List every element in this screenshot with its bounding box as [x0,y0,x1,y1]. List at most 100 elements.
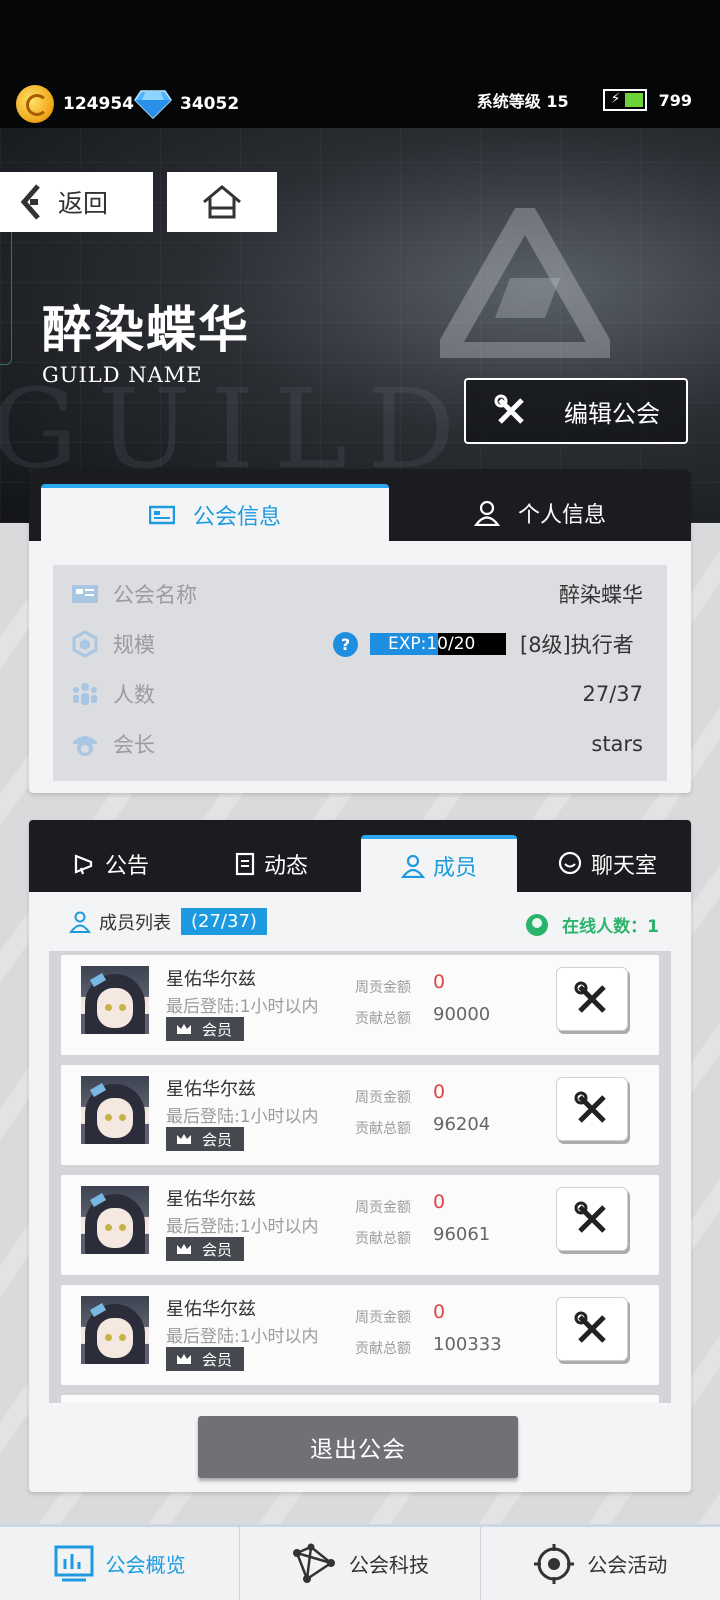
member-row[interactable]: 星佑华尔兹 最后登陆:1小时以内 会员 周贡金额 0 贡献总额 96204 [61,1065,659,1165]
tab-guild-info[interactable]: 公会信息 [41,484,389,541]
weekly-value: 0 [433,1301,446,1323]
tab-personal-info[interactable]: 个人信息 [389,484,691,541]
guild-name-title: 醉染蝶华 [42,301,250,359]
tab-members[interactable]: 成员 [361,835,517,892]
weekly-value: 0 [433,971,446,993]
member-role: 会员 [202,1350,233,1369]
members-card: 公告 动态 成员 聊天室 成员列表 (27/37) 在线人数：1 星佑华尔兹 最… [29,820,691,1492]
member-row[interactable]: 星佑华尔兹 最后登陆:1小时以内 会员 周贡金额 0 贡献总额 100333 [61,1285,659,1385]
guild-level: [8级]执行者 [520,633,634,657]
guild-name-value: 醉染蝶华 [559,583,643,607]
manage-member-button[interactable] [556,1187,628,1251]
nav-guild-events[interactable]: 公会活动 [481,1527,720,1600]
info-row-leader: 会长 stars [53,719,667,769]
system-info: 系统等级 15 ⚡ 799 [477,88,692,112]
tab-announcement-label: 公告 [104,853,149,879]
member-count-value: 27/37 [582,682,643,706]
nav-guild-overview[interactable]: 公会概览 [0,1527,241,1600]
back-chevron-icon [20,184,40,220]
edit-guild-button[interactable]: 编辑公会 [464,378,688,444]
total-label: 贡献总额 [355,1341,411,1357]
manage-member-button[interactable] [556,1297,628,1361]
hexagon-icon [72,630,98,658]
guild-logo-icon [440,208,610,358]
member-role: 会员 [202,1240,233,1259]
network-icon [292,1543,335,1583]
system-level: 系统等级 15 [476,92,569,111]
gold-display[interactable]: 124954 [16,84,134,124]
edit-guild-label: 编辑公会 [564,399,660,428]
weekly-label: 周贡金额 [355,1310,411,1326]
online-count: 在线人数：1 [526,912,659,937]
tab-chatroom-label: 聊天室 [590,853,657,879]
section-tabs: 公告 动态 成员 聊天室 [29,820,691,892]
target-icon [534,1543,575,1584]
weekly-value: 0 [433,1191,446,1213]
status-bar: 124954 34052 系统等级 15 ⚡ 799 [0,0,720,128]
tools-icon [494,394,524,424]
member-role-badge: 会员 [166,1017,244,1041]
member-role: 会员 [202,1020,233,1039]
manage-member-button[interactable] [556,1077,628,1141]
avatar [81,1076,149,1144]
tools-icon [574,1311,606,1343]
member-list-header: 成员列表 (27/37) [69,908,267,935]
weekly-value: 0 [433,1081,446,1103]
chat-icon [558,851,582,874]
home-icon [203,185,241,219]
nav-guild-tech-label: 公会科技 [348,1553,429,1577]
member-role-badge: 会员 [166,1347,244,1371]
member-role-badge: 会员 [166,1237,244,1261]
member-count-badge: (27/37) [181,908,267,935]
tab-chatroom[interactable]: 聊天室 [529,835,685,892]
tools-icon [574,981,606,1013]
tab-activity[interactable]: 动态 [193,835,349,892]
total-label: 贡献总额 [355,1011,411,1027]
leader-label: 会长 [113,733,155,757]
member-role: 会员 [202,1130,233,1149]
member-last-login: 最后登陆:1小时以内 [166,1327,319,1347]
home-button[interactable] [167,172,277,232]
tab-announcement[interactable]: 公告 [33,835,189,892]
diamond-display[interactable]: 34052 [134,84,239,124]
nav-guild-tech[interactable]: 公会科技 [240,1527,481,1600]
total-value: 100333 [433,1334,502,1355]
member-icon [400,854,425,878]
quit-guild-button[interactable]: 退出公会 [198,1416,518,1478]
bottom-navigation: 公会概览 公会科技 公会活动 [0,1524,720,1600]
manage-member-button[interactable] [556,967,628,1031]
avatar [81,966,149,1034]
id-card-icon [148,505,175,524]
tools-icon [574,1091,606,1123]
tab-guild-info-label: 公会信息 [192,504,281,530]
online-icon [526,913,549,936]
info-row-scale: 规模 ? EXP:10/20 [8级]执行者 [53,619,667,669]
weekly-label: 周贡金额 [355,1200,411,1216]
megaphone-icon [74,853,93,874]
nav-guild-overview-label: 公会概览 [105,1553,186,1577]
crown-icon [177,1244,191,1254]
total-value: 90000 [433,1004,491,1025]
member-row[interactable]: 星佑华尔兹 最后登陆:1小时以内 会员 周贡金额 0 贡献总额 96061 [61,1175,659,1275]
member-row[interactable]: 星佑华尔兹 最后登陆:1小时以内 会员 周贡金额 0 贡献总额 90000 [61,955,659,1055]
member-list-title: 成员列表 [99,912,171,934]
tab-personal-info-label: 个人信息 [517,502,606,528]
exp-text: EXP:10/20 [388,634,476,654]
member-role-badge: 会员 [166,1127,244,1151]
online-count-text: 在线人数：1 [562,917,659,937]
weekly-label: 周贡金额 [355,1090,411,1106]
help-icon[interactable]: ? [333,631,358,657]
member-row[interactable] [61,1395,659,1403]
member-list[interactable]: 星佑华尔兹 最后登陆:1小时以内 会员 周贡金额 0 贡献总额 90000 星佑… [49,951,671,1403]
member-last-login: 最后登陆:1小时以内 [166,997,319,1017]
battery-icon: ⚡ [602,89,647,111]
total-label: 贡献总额 [355,1231,411,1247]
tools-icon [574,1201,606,1233]
total-value: 96061 [433,1224,491,1245]
total-label: 贡献总额 [355,1121,411,1137]
total-value: 96204 [433,1114,491,1135]
back-label: 返回 [58,189,109,218]
back-button[interactable]: 返回 [0,172,153,232]
info-row-name: 公会名称 醉染蝶华 [53,569,667,619]
chart-icon [54,1545,94,1581]
